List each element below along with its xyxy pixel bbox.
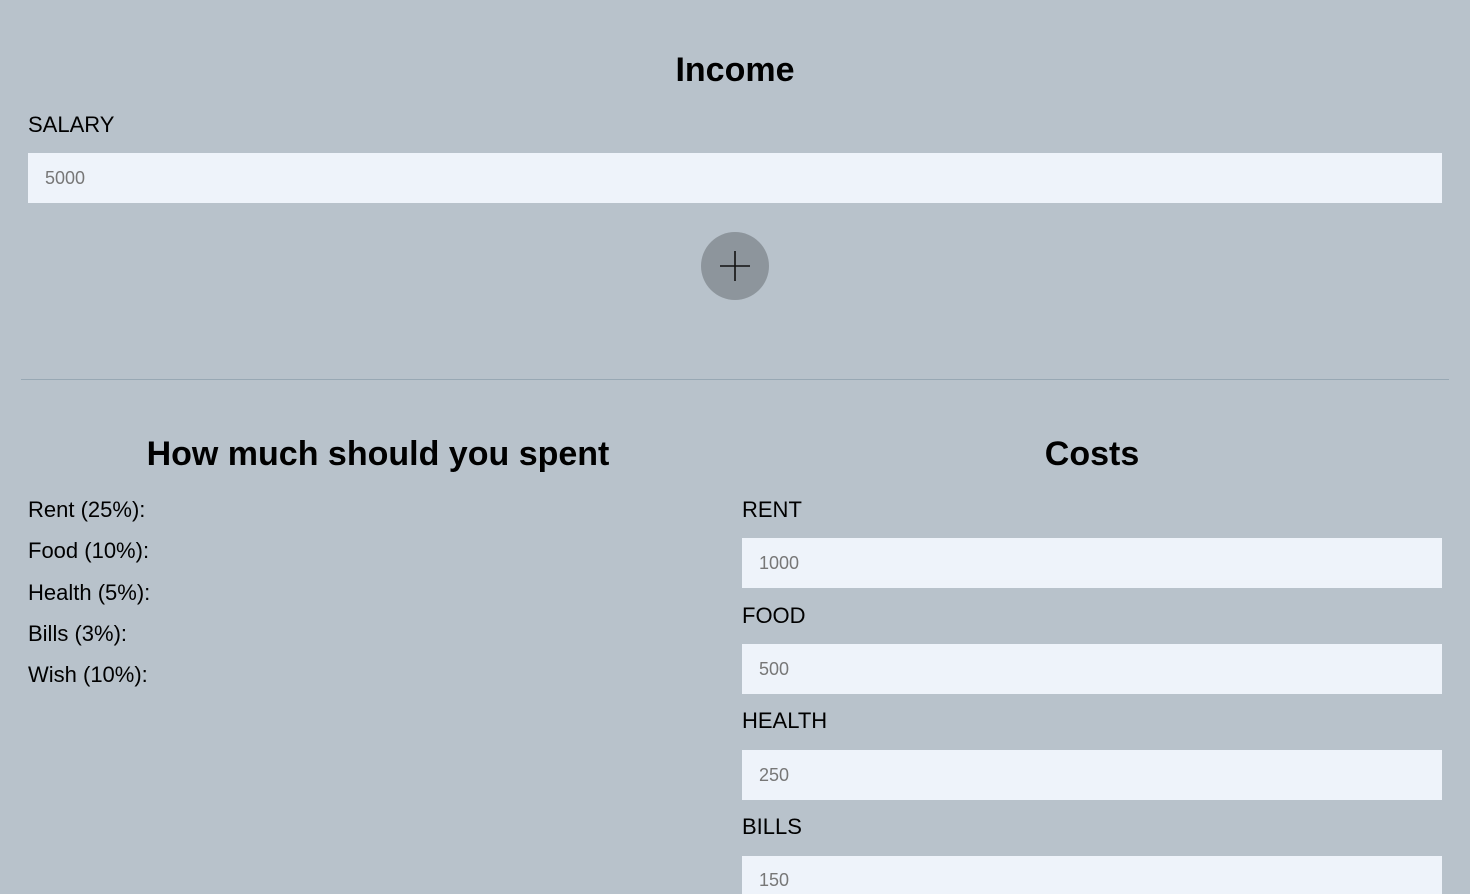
spend-item-bills: Bills (3%):: [28, 620, 128, 646]
plus-icon: [701, 249, 769, 283]
rent-label: RENT: [742, 497, 802, 522]
bills-label: BILLS: [742, 814, 802, 839]
section-divider: [21, 379, 1449, 380]
food-input[interactable]: [742, 644, 1442, 694]
spend-title: How much should you spent: [146, 435, 610, 473]
bills-input[interactable]: [742, 856, 1442, 894]
spend-item-food: Food (10%):: [28, 538, 150, 564]
rent-input[interactable]: [742, 538, 1442, 588]
spend-list: Rent (25%): Food (10%): Health (5%): Bil…: [28, 497, 150, 703]
spend-item-wish: Wish (10%):: [28, 662, 148, 688]
salary-input[interactable]: [28, 153, 1442, 203]
salary-label: SALARY: [28, 112, 115, 137]
income-title: Income: [675, 51, 795, 89]
food-label: FOOD: [742, 603, 806, 628]
health-label: HEALTH: [742, 708, 828, 733]
spend-item-health: Health (5%):: [28, 579, 151, 605]
spend-item-rent: Rent (25%):: [28, 497, 146, 522]
budget-page: Income SALARY How much should you spent …: [0, 0, 1470, 894]
health-input[interactable]: [742, 750, 1442, 800]
add-income-button[interactable]: [701, 232, 769, 300]
costs-title: Costs: [1044, 435, 1140, 473]
